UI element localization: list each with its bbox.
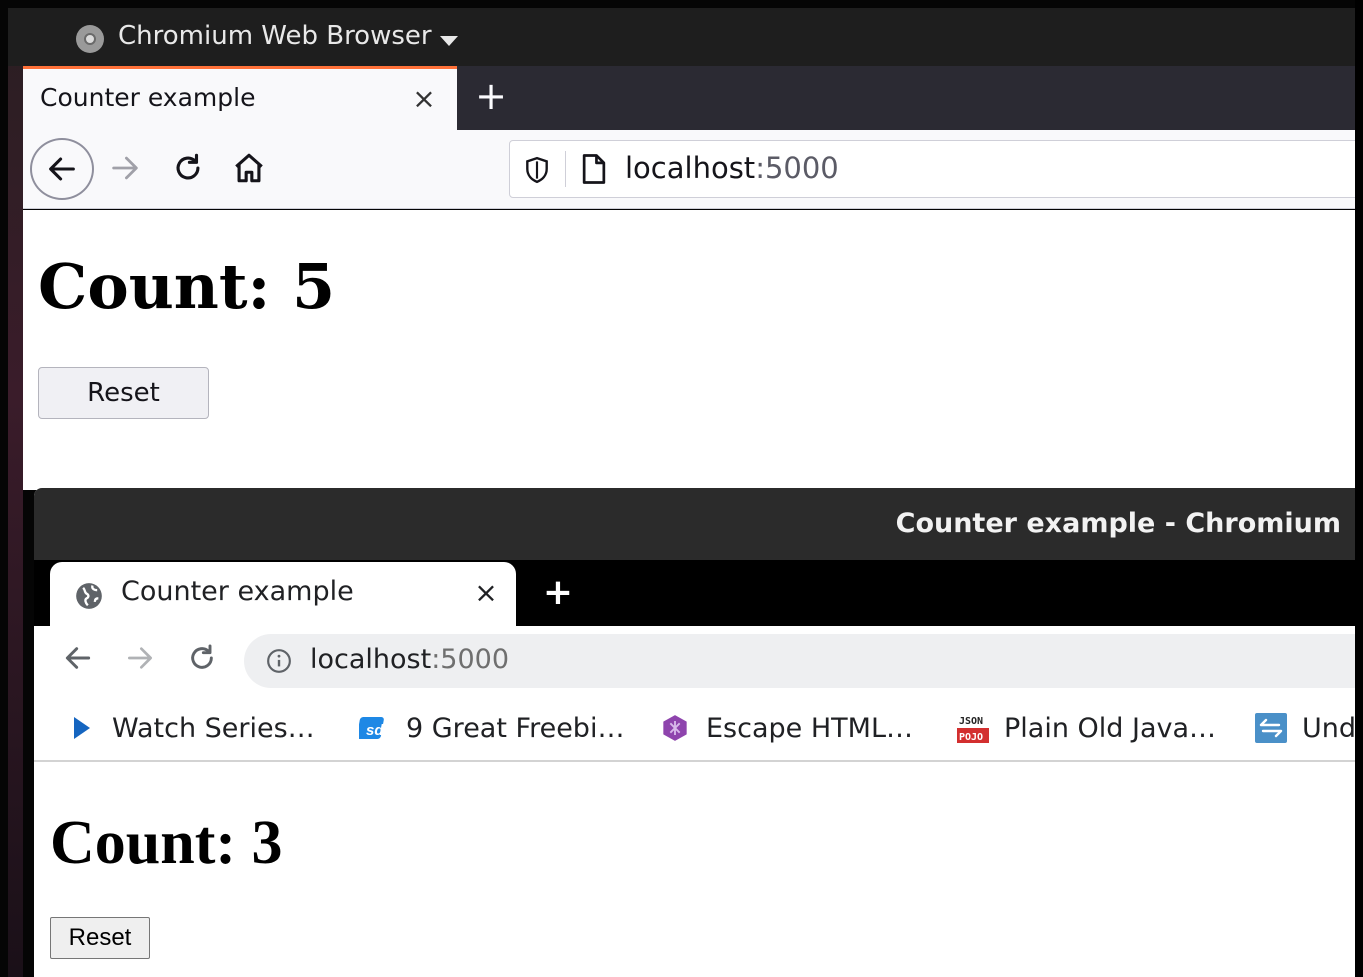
firefox-nav-toolbar: localhost:5000	[23, 130, 1363, 209]
info-icon[interactable]	[266, 648, 292, 674]
bookmark-great-freebies[interactable]: sd 9 Great Freebi…	[358, 708, 624, 748]
tab-title: Counter example	[40, 83, 256, 112]
url-port: :5000	[755, 151, 839, 185]
caret-down-icon[interactable]	[440, 36, 458, 46]
window-title-bar: Counter example - Chromium	[34, 488, 1355, 560]
firefox-page-content: Count: 5 Reset	[23, 210, 1355, 490]
screen-right-edge	[1355, 0, 1363, 977]
svg-text:JSON: JSON	[959, 716, 983, 727]
count-heading: Count: 3	[50, 809, 283, 877]
url-text[interactable]: localhost:5000	[310, 644, 509, 675]
desktop-top-bar: Chromium Web Browser	[8, 8, 1355, 66]
new-tab-button[interactable]: +	[471, 76, 511, 116]
close-tab-icon[interactable]: ×	[409, 81, 439, 117]
chromium-tab-strip: Counter example × +	[34, 560, 1355, 626]
home-icon	[235, 153, 263, 183]
reload-icon	[191, 644, 213, 669]
bookmark-escape-html[interactable]: Escape HTML…	[658, 708, 913, 748]
back-button[interactable]	[54, 634, 102, 682]
app-menu-label[interactable]: Chromium Web Browser	[118, 21, 432, 51]
bookmark-und[interactable]: Und	[1254, 708, 1355, 748]
close-tab-icon[interactable]: ×	[470, 574, 502, 612]
bookmark-plain-old-java[interactable]: JSON POJO Plain Old Java…	[956, 708, 1216, 748]
firefox-tab-strip: Counter example × +	[23, 66, 1355, 130]
chromium-tab-active[interactable]: Counter example ×	[50, 562, 516, 626]
sd-logo-icon: sd	[358, 711, 392, 745]
bookmark-label: Und	[1302, 712, 1355, 744]
svg-text:sd: sd	[366, 722, 384, 739]
screen-frame: Chromium Web Browser Counter example × +	[0, 0, 1363, 977]
svg-text:POJO: POJO	[959, 732, 983, 743]
reload-button[interactable]	[160, 140, 216, 196]
reset-button[interactable]: Reset	[50, 917, 150, 959]
play-icon	[64, 711, 98, 745]
reload-button[interactable]	[178, 634, 226, 682]
omnibox[interactable]: localhost:5000	[244, 634, 1355, 688]
arrow-right-icon	[128, 647, 152, 669]
bookmark-label: Escape HTML…	[706, 712, 913, 744]
chromium-window: Counter example - Chromium Counter examp…	[34, 488, 1355, 977]
reset-button[interactable]: Reset	[38, 367, 209, 419]
url-host: localhost	[310, 644, 432, 675]
bookmark-watch-series[interactable]: Watch Series…	[64, 708, 315, 748]
url-port: :5000	[431, 644, 510, 675]
count-heading: Count: 5	[38, 250, 336, 323]
globe-icon	[76, 583, 102, 609]
url-text[interactable]: localhost:5000	[625, 151, 839, 185]
desktop-wallpaper-edge	[8, 8, 23, 977]
arrow-left-icon	[49, 157, 75, 181]
bookmark-label: Plain Old Java…	[1004, 712, 1217, 744]
home-button[interactable]	[221, 140, 277, 196]
new-tab-button[interactable]: +	[538, 573, 578, 613]
back-button[interactable]	[30, 138, 94, 200]
page-icon	[582, 154, 606, 184]
bookmarks-bar: Watch Series… sd 9 Great Freebi… Escape …	[34, 690, 1355, 762]
url-host: localhost	[625, 151, 756, 185]
forward-button[interactable]	[116, 634, 164, 682]
firefox-tab-active[interactable]: Counter example ×	[23, 66, 457, 130]
shield-icon[interactable]	[524, 156, 550, 184]
bookmark-label: 9 Great Freebi…	[406, 712, 625, 744]
bookmark-label: Watch Series…	[112, 712, 315, 744]
chromium-app-icon	[76, 25, 104, 53]
arrow-left-icon	[65, 647, 91, 669]
tab-title: Counter example	[121, 576, 354, 607]
chromium-page-content: Count: 3 Reset	[34, 762, 1355, 977]
forward-button[interactable]	[97, 140, 153, 196]
chromium-nav-toolbar: localhost:5000	[34, 626, 1355, 690]
reload-icon	[176, 153, 200, 180]
hexagon-icon	[658, 711, 692, 745]
json-pojo-icon: JSON POJO	[956, 711, 990, 745]
address-bar[interactable]: localhost:5000	[509, 140, 1363, 198]
window-title: Counter example - Chromium	[895, 508, 1341, 539]
arrows-icon	[1254, 711, 1288, 745]
url-separator	[565, 151, 566, 187]
arrow-right-icon	[112, 156, 138, 180]
